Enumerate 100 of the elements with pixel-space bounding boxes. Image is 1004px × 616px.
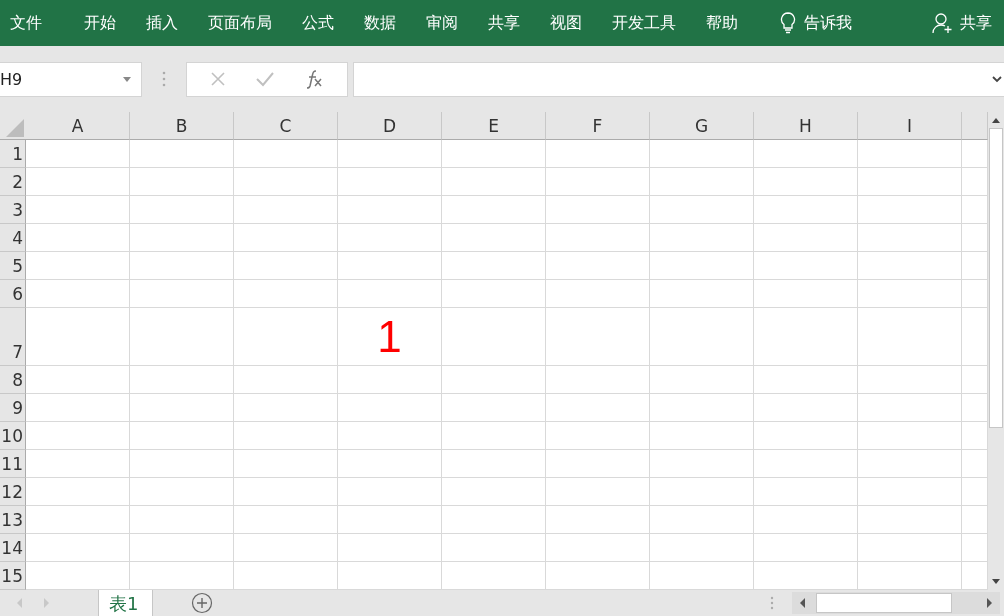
table-cell[interactable] (650, 280, 754, 308)
scroll-thumb[interactable] (989, 128, 1003, 428)
table-cell[interactable] (546, 196, 650, 224)
table-cell[interactable] (234, 478, 338, 506)
column-header[interactable]: F (546, 112, 650, 140)
row-header[interactable]: 9 (0, 394, 26, 422)
ribbon-tab[interactable]: 数据 (364, 12, 396, 34)
table-cell[interactable] (650, 562, 754, 590)
table-cell[interactable] (754, 224, 858, 252)
table-cell[interactable] (26, 394, 130, 422)
table-cell[interactable] (754, 196, 858, 224)
table-cell[interactable] (546, 450, 650, 478)
column-header[interactable]: A (26, 112, 130, 140)
table-cell[interactable] (234, 562, 338, 590)
row-header[interactable]: 15 (0, 562, 26, 590)
table-cell[interactable] (26, 478, 130, 506)
sheet-tab[interactable]: 表1 (98, 590, 154, 616)
table-cell[interactable] (650, 450, 754, 478)
table-cell[interactable] (858, 366, 962, 394)
table-cell[interactable] (650, 366, 754, 394)
ribbon-tab[interactable]: 插入 (146, 12, 178, 34)
table-cell[interactable] (858, 252, 962, 280)
table-cell[interactable] (858, 168, 962, 196)
table-cell[interactable] (338, 280, 442, 308)
table-cell[interactable] (546, 280, 650, 308)
row-header[interactable]: 3 (0, 196, 26, 224)
table-cell[interactable] (650, 422, 754, 450)
table-cell[interactable] (234, 422, 338, 450)
table-cell[interactable] (130, 366, 234, 394)
table-cell[interactable] (442, 196, 546, 224)
row-header[interactable]: 8 (0, 366, 26, 394)
tell-me-button[interactable]: 告诉我 (804, 12, 852, 34)
table-cell[interactable] (546, 366, 650, 394)
horizontal-scrollbar[interactable] (792, 592, 1000, 614)
table-cell[interactable] (26, 450, 130, 478)
row-header[interactable]: 4 (0, 224, 26, 252)
table-cell[interactable] (546, 308, 650, 366)
ribbon-tab[interactable]: 开发工具 (612, 12, 676, 34)
function-icon[interactable] (304, 69, 325, 89)
formula-input[interactable] (353, 61, 1004, 97)
row-header[interactable]: 6 (0, 280, 26, 308)
table-cell[interactable] (26, 534, 130, 562)
table-cell[interactable] (754, 168, 858, 196)
table-cell[interactable] (754, 280, 858, 308)
expand-chevron-icon[interactable] (992, 75, 1002, 83)
table-cell[interactable] (234, 196, 338, 224)
table-cell[interactable] (754, 450, 858, 478)
table-cell[interactable] (130, 252, 234, 280)
ribbon-tab[interactable]: 帮助 (706, 12, 738, 34)
table-cell[interactable] (650, 308, 754, 366)
table-cell[interactable] (442, 422, 546, 450)
table-cell[interactable] (754, 422, 858, 450)
table-cell[interactable] (442, 168, 546, 196)
table-cell[interactable] (650, 394, 754, 422)
column-header[interactable]: H (754, 112, 858, 140)
table-cell[interactable] (546, 506, 650, 534)
table-cell[interactable] (754, 506, 858, 534)
table-cell[interactable] (650, 534, 754, 562)
table-cell[interactable] (26, 308, 130, 366)
column-header[interactable]: D (338, 112, 442, 140)
table-cell[interactable] (546, 224, 650, 252)
table-cell[interactable] (130, 506, 234, 534)
table-cell[interactable]: 1 (338, 308, 442, 366)
cancel-icon[interactable] (209, 71, 226, 87)
table-cell[interactable] (338, 450, 442, 478)
row-header[interactable]: 11 (0, 450, 26, 478)
table-cell[interactable] (130, 450, 234, 478)
table-cell[interactable] (754, 308, 858, 366)
table-cell[interactable] (26, 280, 130, 308)
table-cell[interactable] (130, 168, 234, 196)
table-cell[interactable] (26, 366, 130, 394)
ribbon-tab[interactable]: 页面布局 (208, 12, 272, 34)
table-cell[interactable] (338, 478, 442, 506)
table-cell[interactable] (338, 534, 442, 562)
table-cell[interactable] (338, 422, 442, 450)
table-cell[interactable] (442, 394, 546, 422)
next-sheet-icon[interactable] (42, 598, 50, 608)
row-header[interactable]: 13 (0, 506, 26, 534)
table-cell[interactable] (650, 196, 754, 224)
table-cell[interactable] (442, 478, 546, 506)
ribbon-tab[interactable]: 共享 (488, 12, 520, 34)
table-cell[interactable] (234, 450, 338, 478)
row-header[interactable]: 12 (0, 478, 26, 506)
table-cell[interactable] (546, 478, 650, 506)
row-header[interactable]: 14 (0, 534, 26, 562)
table-cell[interactable] (234, 224, 338, 252)
table-cell[interactable] (858, 534, 962, 562)
table-cell[interactable] (26, 224, 130, 252)
ribbon-tab[interactable]: 视图 (550, 12, 582, 34)
scroll-thumb[interactable] (816, 593, 952, 613)
table-cell[interactable] (546, 422, 650, 450)
share-button[interactable]: 共享 (960, 12, 992, 34)
table-cell[interactable] (26, 168, 130, 196)
table-cell[interactable] (234, 366, 338, 394)
checkmark-icon[interactable] (255, 71, 275, 87)
table-cell[interactable] (338, 168, 442, 196)
table-cell[interactable] (650, 140, 754, 168)
table-cell[interactable] (130, 422, 234, 450)
column-header[interactable]: G (650, 112, 754, 140)
ribbon-tab[interactable]: 公式 (302, 12, 334, 34)
